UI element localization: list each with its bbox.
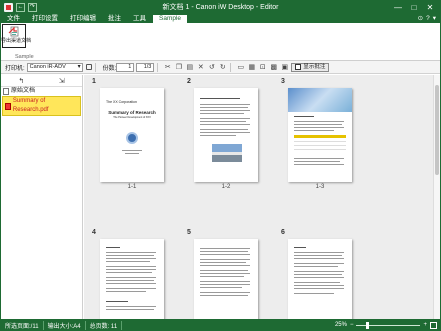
editor-window: ← ↷ 新文档 1 - Canon iW Desktop - Editor — … (0, 0, 441, 331)
menu-tools[interactable]: 工具 (127, 14, 152, 23)
minimize-button[interactable]: — (390, 1, 406, 14)
page-number-4: 4 (92, 229, 96, 236)
printer-properties-icon[interactable] (85, 64, 92, 70)
pdf-icon (5, 102, 11, 110)
title-bar: ← ↷ 新文档 1 - Canon iW Desktop - Editor — … (1, 1, 440, 14)
toolbar-divider (230, 62, 232, 72)
copies-input[interactable]: 1 (116, 62, 135, 72)
document-tree-pane: ↰ ⇲ 原始文档 Summary of Research.pdf (1, 75, 83, 319)
zoom-in-icon[interactable]: + (423, 322, 427, 328)
thumbnail-view-icon[interactable]: ▦ (247, 63, 256, 72)
page-number-1: 1 (92, 78, 96, 85)
cut-icon[interactable]: ✂ (163, 63, 172, 72)
show-annotation-toggle[interactable]: 显示批注 (291, 62, 330, 72)
tree-root-item[interactable]: 原始文档 (1, 87, 82, 96)
page-number-2: 2 (187, 78, 191, 85)
toolbar-divider (157, 62, 159, 72)
ribbon: 导出渠道文档 Sample (1, 23, 440, 61)
export-document-button[interactable]: 导出渠道文档 (1, 24, 32, 48)
delete-icon[interactable]: ✕ (196, 63, 205, 72)
status-paper-size: 输出大小:A4 (44, 320, 86, 330)
printer-select[interactable]: Canon iR-ADV (26, 62, 83, 72)
page-title-text: Summary of Research (108, 110, 156, 115)
menu-print-settings[interactable]: 打印设置 (26, 14, 64, 23)
page-label: 1-3 (315, 184, 325, 190)
page-number-3: 3 (281, 78, 285, 85)
zoom-fit-icon[interactable]: ⊡ (258, 63, 267, 72)
tree-file-item[interactable]: Summary of Research.pdf (2, 96, 81, 116)
page-thumbnail[interactable] (100, 239, 164, 319)
menu-annotation[interactable]: 批注 (102, 14, 127, 23)
menu-print-edit[interactable]: 打印编辑 (64, 14, 102, 23)
zoom-level: 25% (334, 322, 347, 328)
export-document-icon (8, 26, 20, 38)
tree-expand-icon[interactable]: ⇲ (59, 77, 65, 85)
page-thumbnail[interactable]: The XX Corporation Summary of Research T… (100, 88, 164, 182)
page-thumbnail[interactable] (194, 88, 258, 182)
folder-icon (3, 88, 9, 95)
menu-bar: 文件 打印设置 打印编辑 批注 工具 Sample ⊙ ? ▾ (1, 14, 440, 23)
toolbar-divider (94, 62, 96, 72)
page-label: 1-2 (221, 184, 231, 190)
tree-file-label: Summary of Research.pdf (12, 98, 49, 113)
page-header-text: The XX Corporation (106, 100, 137, 104)
menu-file[interactable]: 文件 (1, 14, 26, 23)
page-number-5: 5 (187, 229, 191, 236)
rotate-right-icon[interactable]: ↻ (218, 63, 227, 72)
page-table (294, 135, 346, 153)
settings-icon[interactable]: ⊙ (418, 14, 423, 23)
status-selected-pages: 所选页面:/11 (1, 320, 44, 330)
page-thumbnail[interactable] (288, 239, 352, 319)
page-number-input[interactable]: 1/3 (136, 62, 155, 72)
help-icon[interactable]: ? (426, 14, 430, 23)
page-thumbnail[interactable] (194, 239, 258, 319)
page-setup-icon[interactable]: ▣ (280, 63, 289, 72)
checkbox-icon (295, 64, 302, 70)
tree-root-label: 原始文档 (11, 88, 36, 94)
status-total-pages: 总页数: 11 (86, 320, 123, 330)
close-button[interactable]: ✕ (422, 1, 438, 14)
page-label: 1-1 (127, 184, 137, 190)
status-bar: 所选页面:/11 输出大小:A4 总页数: 11 25% − + (1, 319, 440, 331)
page-thumbnail-area[interactable]: 1 2 3 The XX Corporation Summary of Rese… (84, 75, 440, 319)
page-photo-image (212, 144, 242, 162)
export-document-label: 导出渠道文档 (1, 38, 32, 44)
paste-icon[interactable]: ▤ (185, 63, 194, 72)
rotate-left-icon[interactable]: ↺ (207, 63, 216, 72)
tree-back-icon[interactable]: ↰ (18, 77, 24, 85)
print-toolbar: 打印机: Canon iR-ADV 份数: 1 1/3 ✂ ❐ ▤ ✕ ↺ ↻ … (1, 61, 440, 74)
tree-toolbar: ↰ ⇲ (1, 75, 82, 87)
zoom-slider-knob[interactable] (366, 321, 370, 329)
globe-logo (126, 132, 138, 144)
copies-label: 份数: (102, 65, 117, 72)
menu-sample[interactable]: Sample (152, 14, 189, 23)
page-subtitle-text: The Pioneer Development of XXX (113, 116, 151, 119)
single-page-view-icon[interactable]: ▭ (236, 63, 245, 72)
ribbon-group-label: Sample (15, 54, 34, 60)
page-banner-image (288, 88, 352, 112)
ribbon-collapse-icon[interactable]: ▾ (433, 14, 436, 23)
page-number-6: 6 (281, 229, 285, 236)
show-annotation-label: 显示批注 (303, 63, 326, 70)
page-thumbnail[interactable] (288, 88, 352, 182)
scrollbar-thumb[interactable] (435, 85, 439, 175)
fit-page-icon[interactable] (430, 321, 437, 329)
zoom-out-icon[interactable]: − (350, 322, 354, 328)
copy-icon[interactable]: ❐ (174, 63, 183, 72)
printer-label: 打印机: (5, 65, 25, 72)
grid-view-icon[interactable]: ▩ (269, 63, 278, 72)
maximize-button[interactable]: □ (406, 1, 422, 14)
vertical-scrollbar[interactable] (433, 75, 440, 319)
zoom-slider[interactable] (356, 321, 421, 329)
window-title: 新文档 1 - Canon iW Desktop - Editor (162, 4, 279, 11)
